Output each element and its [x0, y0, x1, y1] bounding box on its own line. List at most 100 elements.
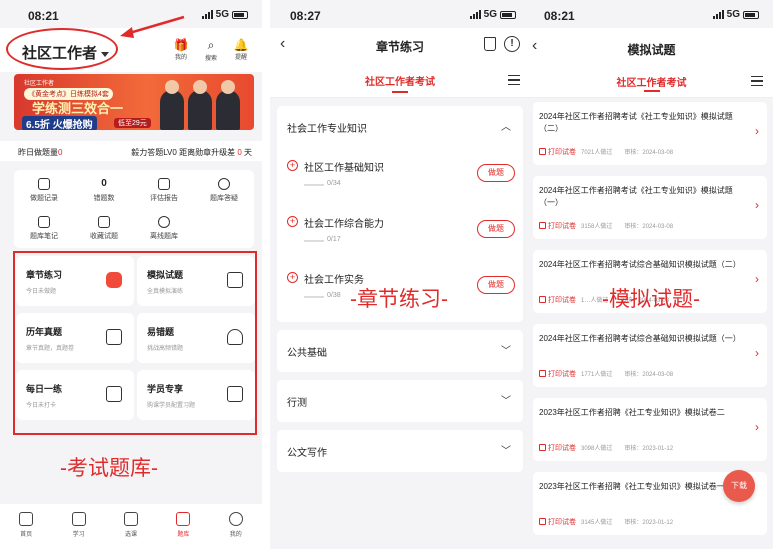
print-link[interactable]: 打印试卷	[548, 223, 576, 230]
practice-button[interactable]: 做题	[477, 164, 515, 182]
alarm-icon	[227, 329, 243, 345]
expand-plus-icon[interactable]: +	[287, 272, 298, 283]
card-error-prone[interactable]: 易错题 挑战高频错题	[137, 313, 255, 363]
chapter-item: + 社会工作综合能力 0/17 做题	[287, 214, 515, 264]
profile-icon	[228, 512, 243, 526]
battery-icon	[232, 10, 248, 19]
section-aptitude[interactable]: 行测 ﹀	[277, 380, 523, 422]
print-icon	[539, 148, 546, 155]
annotation-circle	[6, 28, 118, 70]
print-link[interactable]: 打印试卷	[548, 149, 576, 156]
progress-bar	[304, 296, 324, 298]
grid-item-wrong-count[interactable]: 0 错题数	[74, 178, 134, 203]
stats-bar: 昨日做题量0 毅力答题LV0 距离勋章升级差 0 天	[0, 141, 262, 161]
status-network: 5G	[712, 9, 759, 20]
mock-exam-item[interactable]: 2024年社区工作者招聘考试《社工专业知识》模拟试题（一） 打印试卷 3158人做…	[533, 176, 767, 239]
chevron-down-icon: ﹀	[501, 446, 511, 457]
book-icon	[71, 512, 86, 526]
chevron-right-icon: ›	[755, 198, 759, 212]
promo-banner[interactable]: 社区工作者 《黄金考点》日练模拟4套 学练测三效合一 6.5折 火爆抢购 低至2…	[14, 74, 254, 130]
gift-icon[interactable]: 🎁 我的	[172, 38, 190, 62]
home-icon	[19, 512, 34, 526]
note-icon	[38, 216, 50, 228]
chevron-right-icon: ›	[755, 124, 759, 138]
nav-bar: ‹ 模拟试题	[530, 28, 773, 68]
tab-study[interactable]: 学习	[59, 512, 99, 549]
mock-exam-screen: 08:21 5G ‹ 模拟试题 社区工作者考试 2024年社区工作者招聘考试《社…	[530, 0, 773, 549]
signal-icon	[201, 10, 213, 19]
print-icon	[539, 444, 546, 451]
trash-icon[interactable]	[484, 37, 496, 51]
expand-plus-icon[interactable]: +	[287, 160, 298, 171]
status-bar: 08:21 5G	[530, 0, 773, 28]
card-daily-practice[interactable]: 每日一练 今日未打卡	[16, 370, 134, 420]
chevron-right-icon: ›	[755, 346, 759, 360]
battery-icon	[500, 10, 516, 19]
print-icon	[539, 296, 546, 303]
section-public-basics[interactable]: 公共基础 ﹀	[277, 330, 523, 372]
tool-grid: 做题记录 0 错题数 评估报告 题库答疑 题库笔记 收藏试题 离线题库	[14, 170, 254, 248]
grid-item-favorites[interactable]: 收藏试题	[74, 216, 134, 241]
report-icon	[158, 178, 170, 190]
card-member-exclusive[interactable]: 学员专享 购课学员配置习题	[137, 370, 255, 420]
print-link[interactable]: 打印试卷	[548, 371, 576, 378]
expand-plus-icon[interactable]: +	[287, 216, 298, 227]
download-icon	[158, 216, 170, 228]
print-link[interactable]: 打印试卷	[548, 445, 576, 452]
section-official-writing[interactable]: 公文写作 ﹀	[277, 430, 523, 472]
status-time: 08:21	[28, 9, 59, 23]
download-button[interactable]: 下载	[723, 470, 755, 502]
menu-icon[interactable]	[508, 75, 520, 85]
page-title: 模拟试题	[627, 43, 676, 57]
tab-underline	[643, 90, 660, 92]
menu-icon[interactable]	[751, 76, 763, 86]
grid-item-notes[interactable]: 题库笔记	[14, 216, 74, 241]
bag-icon	[123, 512, 138, 526]
grid-item-offline[interactable]: 离线题库	[134, 216, 194, 241]
tab-community-worker-exam[interactable]: 社区工作者考试	[530, 74, 773, 89]
record-icon	[38, 178, 50, 190]
tab-community-worker-exam[interactable]: 社区工作者考试	[270, 73, 530, 88]
print-link[interactable]: 打印试卷	[548, 519, 576, 526]
mock-exam-item[interactable]: 2023年社区工作者招聘《社工专业知识》模拟试卷二 打印试卷 3098人做过 审核：…	[533, 398, 767, 461]
info-icon[interactable]: !	[504, 36, 520, 52]
print-link[interactable]: 打印试卷	[548, 297, 576, 304]
sub-tab-bar: 社区工作者考试	[270, 64, 530, 98]
grid-item-records[interactable]: 做题记录	[14, 178, 74, 203]
grid-item-qa[interactable]: 题库答疑	[194, 178, 254, 203]
chevron-right-icon: ›	[755, 272, 759, 286]
chapter-item: + 社区工作基础知识 0/34 做题	[287, 158, 515, 208]
card-mock-exam[interactable]: 模拟试题 全真模拟演练	[137, 256, 255, 306]
practice-button[interactable]: 做题	[477, 276, 515, 294]
tab-courses[interactable]: 选课	[111, 512, 151, 549]
signal-icon	[712, 10, 724, 19]
book-icon	[106, 329, 122, 345]
practice-button[interactable]: 做题	[477, 220, 515, 238]
mock-exam-item[interactable]: 2024年社区工作者招聘考试《社工专业知识》模拟试题（二） 打印试卷 7021人做…	[533, 102, 767, 165]
chevron-up-icon[interactable]: ︿	[501, 118, 511, 133]
edit-icon	[106, 386, 122, 402]
annotation-label-chapter: -章节练习-	[350, 288, 448, 311]
progress-bar	[304, 184, 324, 186]
section-header[interactable]: 社会工作专业知识	[287, 120, 367, 135]
nav-bar: ‹ 章节练习 !	[270, 28, 530, 64]
status-network: 5G	[201, 9, 248, 20]
print-icon	[539, 518, 546, 525]
tab-question-bank[interactable]: 题库	[163, 512, 203, 549]
search-icon[interactable]: ⌕ 搜索	[202, 38, 220, 62]
card-chapter-practice[interactable]: 章节练习 今日未做题	[16, 256, 134, 306]
pen-icon	[176, 512, 191, 526]
home-screen: 08:21 5G 社区工作者 🎁 我的 ⌕ 搜索 🔔 提醒 社区工作者 《黄金考点》日…	[0, 0, 262, 549]
chevron-down-icon: ﹀	[501, 346, 511, 357]
sub-tab-bar: 社区工作者考试	[530, 68, 773, 98]
grid-item-report[interactable]: 评估报告	[134, 178, 194, 203]
mock-exam-item[interactable]: 2024年社区工作者招聘考试综合基础知识模拟试题（一） 打印试卷 1771人做过审…	[533, 324, 767, 387]
bell-icon[interactable]: 🔔 提醒	[232, 38, 250, 62]
tab-profile[interactable]: 我的	[216, 512, 256, 549]
document-icon	[227, 386, 243, 402]
header-icons: 🎁 我的 ⌕ 搜索 🔔 提醒	[172, 38, 250, 62]
progress-bar	[304, 240, 324, 242]
tab-home[interactable]: 首页	[6, 512, 46, 549]
card-past-exams[interactable]: 历年真题 章节真题，真题卷	[16, 313, 134, 363]
annotation-label-question-bank: -考试题库-	[60, 457, 158, 480]
